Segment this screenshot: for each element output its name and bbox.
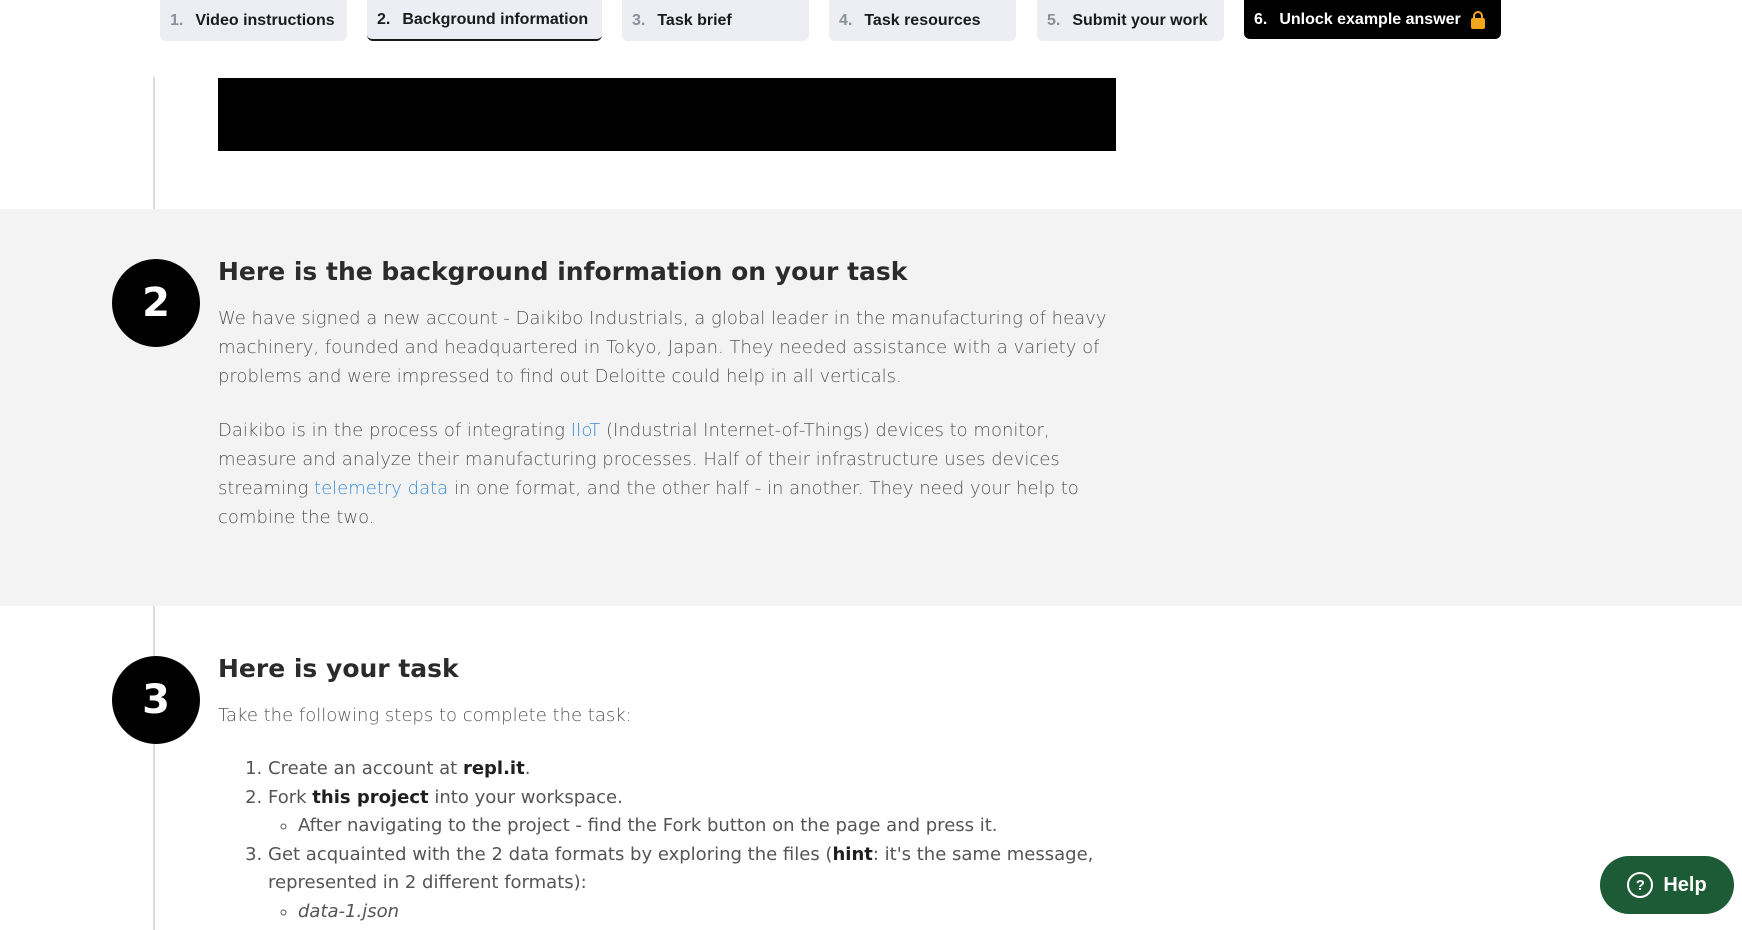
task-tabs: 1. Video instructions 2. Background info… [0,0,1742,46]
section-title: Here is the background information on yo… [218,257,908,286]
help-button[interactable]: ? Help [1600,856,1734,914]
tab-number: 4. [839,11,853,29]
tab-unlock-example-answer[interactable]: 6. Unlock example answer [1244,0,1501,39]
hint-label: hint [832,843,873,865]
task-intro: Take the following steps to complete the… [218,705,632,726]
tab-number: 3. [632,11,646,29]
text-span: Daikibo is in the process of integrating [218,420,571,441]
background-paragraph-1: We have signed a new account - Daikibo I… [218,308,1107,387]
text-span: Get acquainted with the 2 data formats b… [268,843,833,865]
text-span: Create an account at [268,758,463,779]
text-span: into your workspace. [428,786,623,808]
text-span: . [524,758,531,779]
tab-label: Video instructions [195,11,335,29]
video-player[interactable] [218,78,1116,151]
file-name: data-1.json [298,900,400,922]
tab-number: 2. [377,10,391,28]
this-project-link[interactable]: this project [312,787,428,808]
tab-video-instructions[interactable]: 1. Video instructions [160,0,347,41]
tab-task-brief[interactable]: 3. Task brief [622,0,809,41]
text-span: Fork [268,786,313,808]
telemetry-data-link[interactable]: telemetry data [314,478,448,499]
tab-label: Unlock example answer [1279,10,1461,28]
tab-number: 6. [1254,10,1268,28]
tab-background-information[interactable]: 2. Background information [367,0,602,41]
list-item: data-1.json [298,898,1148,927]
tab-label: Task resources [864,11,981,29]
question-circle-icon: ? [1627,872,1654,898]
section-title: Here is your task [218,654,459,683]
background-paragraph-2: Daikibo is in the process of integrating… [218,416,1118,532]
help-label: Help [1663,873,1707,896]
tab-label: Background information [402,10,589,28]
step-number-badge: 2 [112,259,200,347]
list-item: Create an account at repl.it. [268,755,1148,784]
repl-it-link[interactable]: repl.it [463,758,525,779]
tab-label: Task brief [657,11,732,29]
list-item: After navigating to the project - find t… [298,812,1148,841]
iiot-link[interactable]: IIoT [571,420,601,441]
list-item: Fork this project into your workspace. A… [268,784,1148,841]
task-steps-list: Create an account at repl.it. Fork this … [248,755,1148,926]
sub-list: data-1.json [268,898,1148,927]
sub-list: After navigating to the project - find t… [268,812,1148,841]
list-item: Get acquainted with the 2 data formats b… [268,841,1148,927]
step-number-badge: 3 [112,656,200,744]
tab-label: Submit your work [1072,11,1208,29]
tab-task-resources[interactable]: 4. Task resources [829,0,1016,41]
tab-number: 1. [170,11,184,29]
tab-submit-your-work[interactable]: 5. Submit your work [1037,0,1224,41]
tab-number: 5. [1047,11,1061,29]
lock-icon [1470,10,1485,29]
